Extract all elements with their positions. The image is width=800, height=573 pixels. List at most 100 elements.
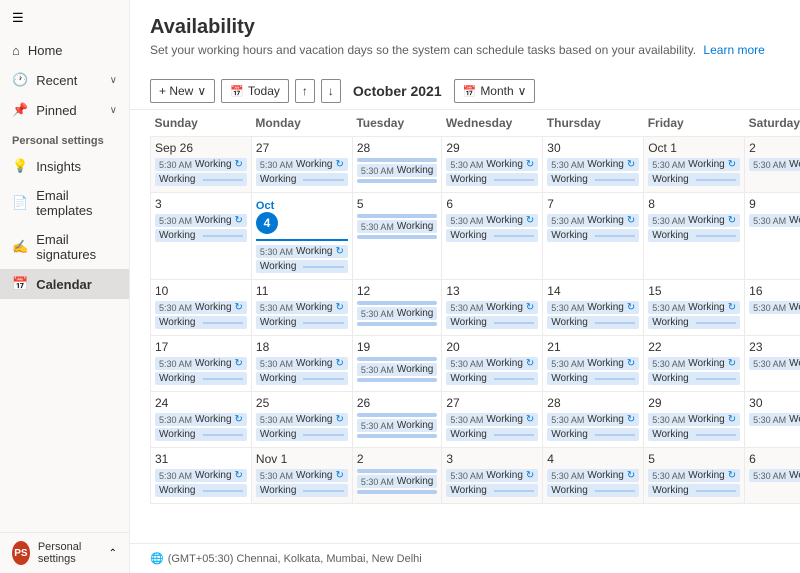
calendar-day-cell[interactable]: 115:30 AMWorking↻Working xyxy=(251,280,352,336)
event-bar[interactable]: 5:30 AMWorking↻ xyxy=(446,357,538,370)
event-bar[interactable]: Working xyxy=(547,428,639,441)
event-bar[interactable]: Working xyxy=(155,173,247,186)
calendar-day-cell[interactable]: 275:30 AMWorking↻Working xyxy=(251,137,352,193)
calendar-day-cell[interactable]: 285:30 AMWorking xyxy=(352,137,442,193)
sidebar-bottom-personal-settings[interactable]: PS Personal settings ⌃ xyxy=(0,532,129,573)
sidebar-item-recent[interactable]: 🕐 Recent ∨ xyxy=(0,65,129,95)
event-bar[interactable]: 5:30 AMWorking↻ xyxy=(547,413,639,426)
calendar-day-cell[interactable]: 85:30 AMWorking↻Working xyxy=(644,193,745,280)
calendar-day-cell[interactable]: 75:30 AMWorking↻Working xyxy=(543,193,644,280)
calendar-day-cell[interactable]: 295:30 AMWorking↻Working xyxy=(644,392,745,448)
calendar-day-cell[interactable]: 275:30 AMWorking↻Working xyxy=(442,392,543,448)
event-bar[interactable]: 5:30 AMWorking↻ xyxy=(547,301,639,314)
calendar-day-cell[interactable]: 175:30 AMWorking↻Working xyxy=(151,336,252,392)
event-bar[interactable]: 5:30 AMWorking xyxy=(749,413,800,426)
event-bar[interactable]: 5:30 AMWorking xyxy=(749,301,800,314)
prev-button[interactable]: ↑ xyxy=(295,79,315,103)
event-bar[interactable]: Working xyxy=(256,372,348,385)
event-bar[interactable]: Working xyxy=(155,428,247,441)
event-bar[interactable]: Working xyxy=(446,428,538,441)
calendar-day-cell[interactable]: Nov 15:30 AMWorking↻Working xyxy=(251,448,352,504)
sidebar-item-email-templates[interactable]: 📄 Email templates xyxy=(0,181,129,225)
event-bar[interactable]: 5:30 AMWorking xyxy=(357,419,438,432)
event-bar[interactable]: 5:30 AMWorking xyxy=(357,307,438,320)
event-bar[interactable]: Working xyxy=(648,484,740,497)
calendar-day-cell[interactable]: 185:30 AMWorking↻Working xyxy=(251,336,352,392)
calendar-day-cell[interactable]: 155:30 AMWorking↻Working xyxy=(644,280,745,336)
event-bar[interactable]: Working xyxy=(446,173,538,186)
calendar-day-cell[interactable]: 55:30 AMWorking↻Working xyxy=(644,448,745,504)
event-bar[interactable]: 5:30 AMWorking↻ xyxy=(155,357,247,370)
month-view-button[interactable]: 📅 Month ∨ xyxy=(454,79,536,103)
calendar-day-cell[interactable]: 215:30 AMWorking↻Working xyxy=(543,336,644,392)
event-bar[interactable]: Working xyxy=(446,316,538,329)
event-bar[interactable]: Working xyxy=(648,229,740,242)
calendar-day-cell[interactable]: 165:30 AMWorking xyxy=(745,280,800,336)
sidebar-item-calendar[interactable]: 📅 Calendar xyxy=(0,269,129,299)
event-bar[interactable]: Working xyxy=(256,173,348,186)
event-bar[interactable]: Working xyxy=(155,372,247,385)
sidebar-item-email-signatures[interactable]: ✍ Email signatures xyxy=(0,225,129,269)
event-bar[interactable]: 5:30 AMWorking↻ xyxy=(155,413,247,426)
calendar-day-cell[interactable]: 315:30 AMWorking↻Working xyxy=(151,448,252,504)
event-bar[interactable]: Working xyxy=(155,484,247,497)
event-bar[interactable]: Working xyxy=(547,484,639,497)
calendar-day-cell[interactable]: 35:30 AMWorking↻Working xyxy=(442,448,543,504)
event-bar[interactable]: 5:30 AMWorking xyxy=(749,469,800,482)
event-bar[interactable]: 5:30 AMWorking↻ xyxy=(155,214,247,227)
event-bar[interactable]: Working xyxy=(648,428,740,441)
calendar-day-cell[interactable]: 25:30 AMWorking xyxy=(745,137,800,193)
event-bar[interactable]: 5:30 AMWorking↻ xyxy=(155,301,247,314)
calendar-day-cell[interactable]: 55:30 AMWorking xyxy=(352,193,442,280)
event-bar[interactable]: 5:30 AMWorking xyxy=(357,363,438,376)
calendar-day-cell[interactable]: 95:30 AMWorking xyxy=(745,193,800,280)
event-bar[interactable]: 5:30 AMWorking↻ xyxy=(648,413,740,426)
calendar-day-cell[interactable]: 35:30 AMWorking↻Working xyxy=(151,193,252,280)
calendar-day-cell[interactable]: Oct 15:30 AMWorking↻Working xyxy=(644,137,745,193)
event-bar[interactable]: 5:30 AMWorking↻ xyxy=(446,301,538,314)
calendar-day-cell[interactable]: 285:30 AMWorking↻Working xyxy=(543,392,644,448)
calendar-day-cell[interactable]: 305:30 AMWorking xyxy=(745,392,800,448)
event-bar[interactable]: 5:30 AMWorking xyxy=(357,164,438,177)
event-bar[interactable]: Working xyxy=(256,428,348,441)
calendar-day-cell[interactable]: 105:30 AMWorking↻Working xyxy=(151,280,252,336)
event-bar[interactable]: 5:30 AMWorking↻ xyxy=(547,158,639,171)
calendar-day-cell[interactable]: 295:30 AMWorking↻Working xyxy=(442,137,543,193)
event-bar[interactable]: 5:30 AMWorking↻ xyxy=(648,301,740,314)
calendar-day-cell[interactable]: 125:30 AMWorking xyxy=(352,280,442,336)
event-bar[interactable]: 5:30 AMWorking↻ xyxy=(446,469,538,482)
event-bar[interactable]: 5:30 AMWorking↻ xyxy=(648,214,740,227)
event-bar[interactable]: 5:30 AMWorking↻ xyxy=(446,214,538,227)
calendar-day-cell[interactable]: 195:30 AMWorking xyxy=(352,336,442,392)
event-bar[interactable]: 5:30 AMWorking xyxy=(749,214,800,227)
event-bar[interactable]: Working xyxy=(446,484,538,497)
calendar-day-cell[interactable]: 135:30 AMWorking↻Working xyxy=(442,280,543,336)
event-bar[interactable]: Working xyxy=(547,372,639,385)
calendar-day-cell[interactable]: 255:30 AMWorking↻Working xyxy=(251,392,352,448)
event-bar[interactable]: 5:30 AMWorking↻ xyxy=(446,158,538,171)
learn-more-link[interactable]: Learn more xyxy=(703,43,764,57)
event-bar[interactable]: Working xyxy=(256,260,348,273)
calendar-day-cell[interactable]: 265:30 AMWorking xyxy=(352,392,442,448)
event-bar[interactable]: 5:30 AMWorking↻ xyxy=(648,469,740,482)
next-button[interactable]: ↓ xyxy=(321,79,341,103)
event-bar[interactable]: 5:30 AMWorking↻ xyxy=(446,413,538,426)
event-bar[interactable]: 5:30 AMWorking↻ xyxy=(256,158,348,171)
new-button[interactable]: + New ∨ xyxy=(150,79,215,103)
calendar-day-cell[interactable]: Oct 45:30 AMWorking↻Working xyxy=(251,193,352,280)
event-bar[interactable]: Working xyxy=(446,372,538,385)
event-bar[interactable]: 5:30 AMWorking↻ xyxy=(256,413,348,426)
event-bar[interactable]: 5:30 AMWorking↻ xyxy=(648,158,740,171)
sidebar-item-home[interactable]: ⌂ Home xyxy=(0,36,129,65)
calendar-day-cell[interactable]: 305:30 AMWorking↻Working xyxy=(543,137,644,193)
event-bar[interactable]: Working xyxy=(547,173,639,186)
calendar-day-cell[interactable]: 145:30 AMWorking↻Working xyxy=(543,280,644,336)
calendar-day-cell[interactable]: 25:30 AMWorking xyxy=(352,448,442,504)
event-bar[interactable]: 5:30 AMWorking↻ xyxy=(547,469,639,482)
event-bar[interactable]: 5:30 AMWorking↻ xyxy=(256,245,348,258)
event-bar[interactable]: Working xyxy=(256,316,348,329)
event-bar[interactable]: 5:30 AMWorking xyxy=(357,475,438,488)
event-bar[interactable]: Working xyxy=(648,173,740,186)
event-bar[interactable]: Working xyxy=(155,229,247,242)
event-bar[interactable]: Working xyxy=(256,484,348,497)
